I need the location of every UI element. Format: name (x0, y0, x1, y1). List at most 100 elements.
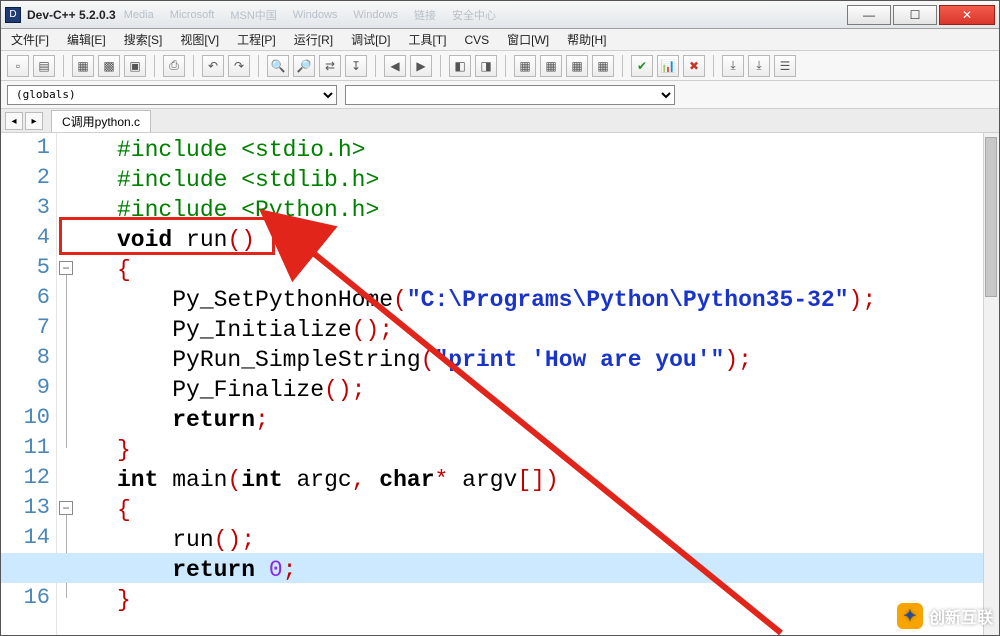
menu-project[interactable]: 工程[P] (233, 29, 280, 50)
code-line[interactable]: run(); (117, 525, 999, 555)
code-line[interactable]: return; (117, 405, 999, 435)
code-line[interactable]: } (117, 585, 999, 615)
code-line[interactable]: { (117, 495, 999, 525)
code-line[interactable]: Py_Finalize(); (117, 375, 999, 405)
tab-prev-button[interactable]: ◂ (5, 112, 23, 130)
token-fn: main (172, 467, 227, 493)
token-star: * (435, 467, 449, 493)
scroll-thumb[interactable] (985, 137, 997, 297)
token-id: run (117, 527, 214, 553)
tab-next-button[interactable]: ▸ (25, 112, 43, 130)
find-in-files-icon[interactable]: 🔎 (293, 55, 315, 77)
line-number: 6 (6, 285, 50, 310)
separator (63, 55, 64, 77)
code-line[interactable]: return 0; (117, 555, 999, 585)
token-punc: () (214, 527, 242, 553)
menu-cvs[interactable]: CVS (460, 31, 493, 49)
scope-bar: (globals) (1, 81, 999, 109)
menu-run[interactable]: 运行[R] (290, 29, 337, 50)
menu-view[interactable]: 视图[V] (176, 29, 223, 50)
replace-icon[interactable]: ⇄ (319, 55, 341, 77)
menu-file[interactable]: 文件[F] (7, 29, 53, 50)
delete-icon[interactable]: ✖ (683, 55, 705, 77)
separator (193, 55, 194, 77)
watermark-icon: ✦ (897, 603, 923, 629)
token-punc: , (352, 467, 380, 493)
code-line[interactable]: { (117, 255, 999, 285)
menu-window[interactable]: 窗口[W] (503, 29, 553, 50)
open-icon[interactable]: ▤ (33, 55, 55, 77)
menu-search[interactable]: 搜索[S] (120, 29, 167, 50)
watermark: ✦ 创新互联 (897, 603, 993, 629)
print-icon[interactable]: ⎙ (163, 55, 185, 77)
prev-icon[interactable]: ◀ (384, 55, 406, 77)
token-punc: ; (255, 407, 269, 433)
bg-tab: Windows (293, 9, 338, 21)
menu-debug[interactable]: 调试[D] (347, 29, 394, 50)
maximize-button[interactable]: ☐ (893, 5, 937, 25)
separator (375, 55, 376, 77)
goto-icon[interactable]: ↧ (345, 55, 367, 77)
token-braceR: { (117, 497, 131, 523)
separator (505, 55, 506, 77)
menu-edit[interactable]: 编辑[E] (63, 29, 110, 50)
grid1-icon[interactable]: ▦ (514, 55, 536, 77)
code-area[interactable]: #include <stdio.h>#include <stdlib.h>#in… (77, 133, 999, 635)
bg-tab: MSN中国 (230, 7, 276, 23)
redo-icon[interactable]: ↷ (228, 55, 250, 77)
code-line[interactable]: Py_SetPythonHome("C:\Programs\Python\Pyt… (117, 285, 999, 315)
token-braceR: { (117, 257, 131, 283)
fold-toggle-icon[interactable]: − (59, 261, 73, 275)
grid3-icon[interactable]: ▦ (566, 55, 588, 77)
code-line[interactable]: #include <stdlib.h> (117, 165, 999, 195)
app-title: Dev-C++ 5.2.0.3 (27, 8, 116, 22)
line-number: 7 (6, 315, 50, 340)
stats-icon[interactable]: 📊 (657, 55, 679, 77)
menu-tools[interactable]: 工具[T] (404, 29, 450, 50)
file-tab[interactable]: C调用python.c (51, 110, 151, 132)
next-icon[interactable]: ▶ (410, 55, 432, 77)
scope-combo[interactable]: (globals) (7, 85, 337, 105)
title-bar: D Dev-C++ 5.2.0.3 Media Microsoft MSN中国 … (1, 1, 999, 29)
new-file-icon[interactable]: ▫ (7, 55, 29, 77)
token-kw: char (379, 467, 434, 493)
menu-help[interactable]: 帮助[H] (563, 29, 610, 50)
close-tab-icon[interactable]: ▣ (124, 55, 146, 77)
token-braceR: } (117, 437, 131, 463)
token-id: argc (296, 467, 351, 493)
member-combo[interactable] (345, 85, 675, 105)
grid2-icon[interactable]: ▦ (540, 55, 562, 77)
code-editor[interactable]: 12345678910111213141516 −− #include <std… (1, 133, 999, 635)
token-punc: ) (724, 347, 738, 373)
minimize-button[interactable]: — (847, 5, 891, 25)
trace-icon[interactable]: ☰ (774, 55, 796, 77)
code-line[interactable]: } (117, 435, 999, 465)
debug-start-icon[interactable]: ⤓ (722, 55, 744, 77)
separator (258, 55, 259, 77)
line-number: 13 (6, 495, 50, 520)
code-line[interactable]: #include <stdio.h> (117, 135, 999, 165)
code-line[interactable]: Py_Initialize(); (117, 315, 999, 345)
bookmark-toggle-icon[interactable]: ◨ (475, 55, 497, 77)
fold-toggle-icon[interactable]: − (59, 501, 73, 515)
bg-tab: Media (124, 9, 154, 21)
line-number: 3 (6, 195, 50, 220)
undo-icon[interactable]: ↶ (202, 55, 224, 77)
line-number: 14 (6, 525, 50, 550)
grid4-icon[interactable]: ▦ (592, 55, 614, 77)
code-line[interactable]: int main(int argc, char* argv[]) (117, 465, 999, 495)
token-id: Py_Finalize (117, 377, 324, 403)
find-icon[interactable]: 🔍 (267, 55, 289, 77)
bookmark-icon[interactable]: ◧ (449, 55, 471, 77)
check-icon[interactable]: ✔ (631, 55, 653, 77)
vertical-scrollbar[interactable] (983, 133, 999, 635)
save-all-icon[interactable]: ▩ (98, 55, 120, 77)
token-pp: #include <stdlib.h> (117, 167, 379, 193)
menu-bar: 文件[F] 编辑[E] 搜索[S] 视图[V] 工程[P] 运行[R] 调试[D… (1, 29, 999, 51)
save-icon[interactable]: ▦ (72, 55, 94, 77)
debug-into-icon[interactable]: ⤓ (748, 55, 770, 77)
line-number: 8 (6, 345, 50, 370)
close-button[interactable]: ✕ (939, 5, 995, 25)
line-number: 10 (6, 405, 50, 430)
code-line[interactable]: PyRun_SimpleString("print 'How are you'"… (117, 345, 999, 375)
